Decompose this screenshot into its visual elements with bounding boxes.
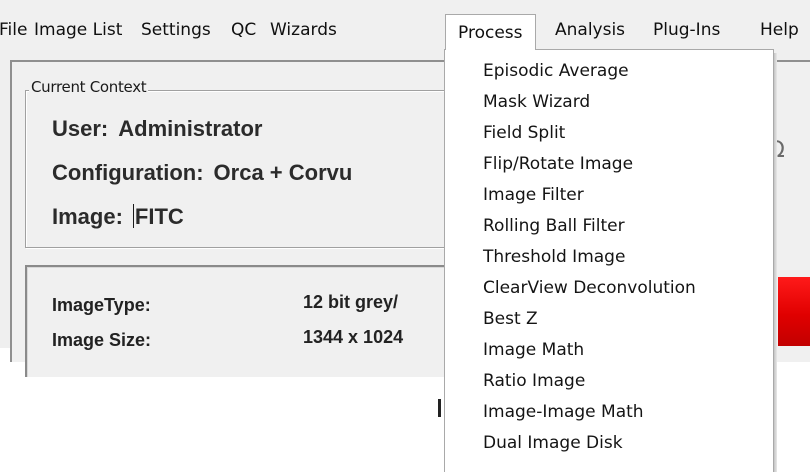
menu-bar: File Image List Settings QC Wizards Proc… <box>0 0 810 50</box>
menu-settings-label: Settings <box>141 20 211 40</box>
menu-wizards[interactable]: Wizards <box>270 11 337 49</box>
process-item-image-math[interactable]: Image Math <box>483 335 584 366</box>
menu-image-list[interactable]: Image List <box>34 11 122 49</box>
info-imagesize-label: Image Size: <box>52 330 152 350</box>
process-item-flip-rotate-image[interactable]: Flip/Rotate Image <box>483 149 633 180</box>
menu-file[interactable]: File <box>0 11 27 49</box>
red-status-indicator[interactable] <box>778 277 810 346</box>
process-item-clearview-deconvolution[interactable]: ClearView Deconvolution <box>483 273 696 304</box>
context-user-key: User: <box>52 116 109 141</box>
menu-image-list-label: Image List <box>34 20 123 40</box>
menu-process-label: Process <box>458 23 523 43</box>
process-item-image-filter[interactable]: Image Filter <box>483 180 584 211</box>
menu-file-label: File <box>0 20 28 40</box>
divider-mark <box>438 399 441 417</box>
menu-help-label: Help <box>760 20 799 40</box>
image-info-panel <box>25 265 507 377</box>
process-item-field-split[interactable]: Field Split <box>483 118 565 149</box>
process-item-episodic-average[interactable]: Episodic Average <box>483 56 629 87</box>
context-image-key: Image: <box>52 204 123 229</box>
process-menu-dropdown: Episodic Average Mask Wizard Field Split… <box>444 49 774 472</box>
context-image-line: Image: FITC <box>52 204 184 230</box>
process-item-image-image-math[interactable]: Image-Image Math <box>483 397 644 428</box>
current-context-title: Current Context <box>29 78 149 96</box>
menu-qc[interactable]: QC <box>231 11 256 49</box>
menu-process[interactable]: Process <box>445 14 536 50</box>
menu-analysis[interactable]: Analysis <box>555 11 625 49</box>
menu-analysis-label: Analysis <box>555 20 626 40</box>
process-item-threshold-image[interactable]: Threshold Image <box>483 242 625 273</box>
menu-wizards-label: Wizards <box>270 20 337 40</box>
process-item-best-z[interactable]: Best Z <box>483 304 538 335</box>
info-imagetype-label: ImageType: <box>52 295 151 315</box>
context-user-line: User: Administrator <box>52 116 263 142</box>
menu-help[interactable]: Help <box>760 11 799 49</box>
process-item-mask-wizard[interactable]: Mask Wizard <box>483 87 590 118</box>
info-imagesize-value: 1344 x 1024 <box>303 327 404 347</box>
process-item-dual-image-disk[interactable]: Dual Image Disk <box>483 428 623 459</box>
context-config-key: Configuration: <box>52 160 204 185</box>
context-user-value: Administrator <box>118 116 263 141</box>
menu-settings[interactable]: Settings <box>141 11 211 49</box>
menu-plug-ins[interactable]: Plug-Ins <box>653 11 720 49</box>
text-caret <box>132 204 134 228</box>
process-item-rolling-ball-filter[interactable]: Rolling Ball Filter <box>483 211 625 242</box>
process-item-ratio-image[interactable]: Ratio Image <box>483 366 585 397</box>
context-config-line: Configuration: Orca + Corvu <box>52 160 352 186</box>
menu-plug-ins-label: Plug-Ins <box>653 20 721 40</box>
info-imagetype-value: 12 bit grey/ <box>303 292 399 312</box>
context-config-value: Orca + Corvu <box>213 160 353 185</box>
menu-qc-label: QC <box>231 20 257 40</box>
context-image-value[interactable]: FITC <box>135 204 184 229</box>
